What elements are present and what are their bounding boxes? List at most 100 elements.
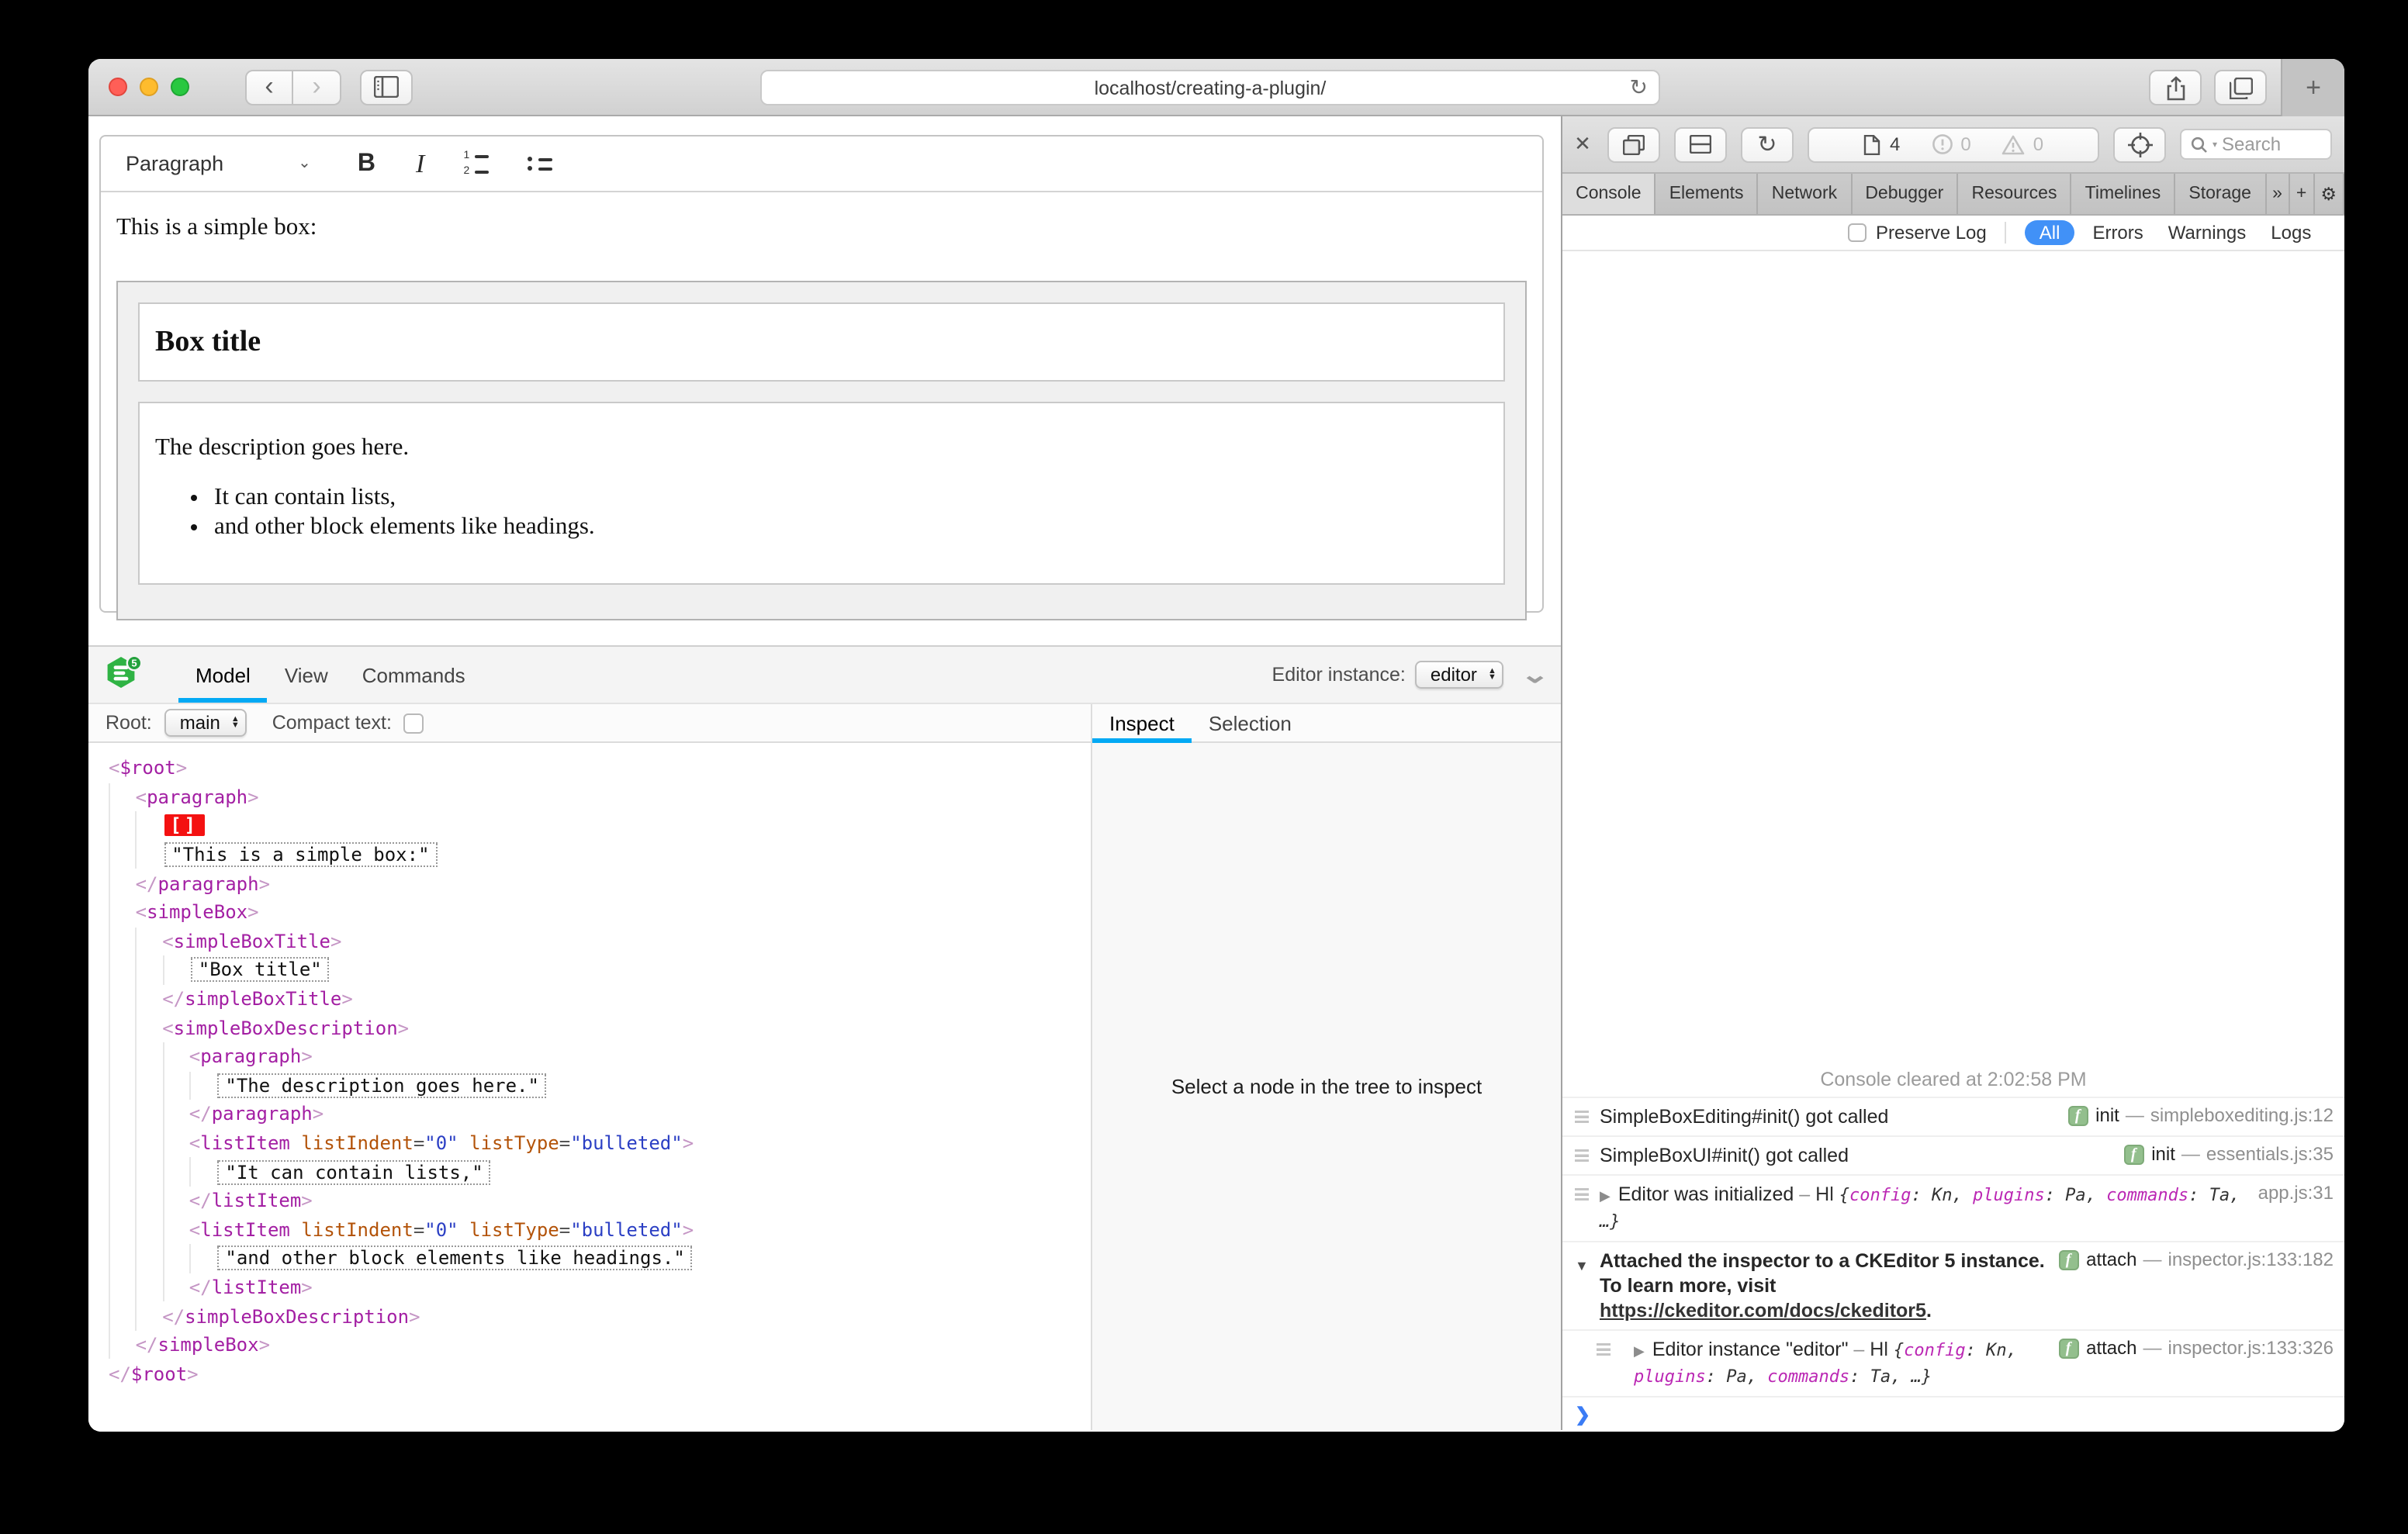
console-row[interactable]: ▶ Editor was initialized – Hl {config: Kn… (1562, 1176, 2344, 1242)
activity-summary[interactable]: 4 0 0 (1808, 126, 2099, 162)
console-row[interactable]: ▼ Attached the inspector to a CKEditor 5 … (1562, 1242, 2344, 1331)
indent-guide (109, 1301, 136, 1331)
tree-node[interactable]: [] (109, 811, 1091, 841)
preserve-log-checkbox[interactable] (1848, 223, 1867, 242)
console-message: Editor was initialized (1617, 1183, 1794, 1205)
indent-guide (189, 1244, 216, 1273)
root-select[interactable]: main ▲ ▼ (164, 709, 247, 737)
inspector-tab-storage[interactable]: Storage (2175, 174, 2267, 214)
inspector-tab-model[interactable]: Model (178, 647, 268, 703)
indent-guide (162, 1128, 189, 1158)
tree-node[interactable]: </listItem > (109, 1186, 1091, 1215)
inspector-tab-debugger[interactable]: Debugger (1852, 174, 1959, 214)
tree-node[interactable]: </simpleBoxTitle > (109, 984, 1091, 1014)
console-scope-warnings[interactable]: Warnings (2168, 222, 2247, 244)
reload-page-button[interactable]: ↻ (1741, 126, 1794, 162)
tree-node[interactable]: "It can contain lists," (109, 1157, 1091, 1187)
function-name: init (2151, 1143, 2175, 1165)
function-badge-icon: f (2123, 1145, 2144, 1165)
tree-node[interactable]: "and other block elements like headings.… (109, 1244, 1091, 1273)
heading-dropdown-label: Paragraph (126, 152, 224, 175)
close-window-button[interactable] (109, 78, 127, 96)
tab-overview-button[interactable] (2214, 70, 2267, 105)
tree-node[interactable]: < $root > (109, 754, 1091, 783)
dock-bottom-button[interactable] (1674, 126, 1727, 162)
collapse-inspector-button[interactable]: ⌄ (1521, 661, 1551, 689)
disclosure-closed-icon[interactable]: ▶ (1600, 1188, 1611, 1204)
inspector-tab-elements[interactable]: Elements (1656, 174, 1759, 214)
disclosure-open-icon[interactable]: ▼ (1575, 1253, 1589, 1278)
element-picker-button[interactable] (2113, 126, 2166, 162)
function-name: attach (2086, 1337, 2137, 1359)
node-panel-tabs: Inspect Selection (1092, 704, 1561, 743)
source-location-link[interactable]: simpleboxediting.js:12 (2150, 1104, 2334, 1128)
reload-icon[interactable]: ↻ (1630, 74, 1648, 101)
tree-node[interactable]: < listItem listIndent = "0" listType = "bulle… (109, 1215, 1091, 1245)
indent-guide (109, 1042, 136, 1072)
inspector-tab-network[interactable]: Network (1759, 174, 1853, 214)
inspector-tab-commands[interactable]: Commands (345, 647, 483, 703)
tree-node[interactable]: </paragraph > (109, 1100, 1091, 1129)
share-button[interactable] (2149, 70, 2202, 105)
heading-dropdown[interactable]: Paragraph ⌄ (126, 152, 311, 175)
inspector-tab-resources[interactable]: Resources (1958, 174, 2072, 214)
console-scope-all[interactable]: All (2025, 220, 2074, 245)
tree-node[interactable]: < paragraph > (109, 783, 1091, 812)
tree-node[interactable]: "This is a simple box:" (109, 840, 1091, 869)
close-inspector-button[interactable]: ✕ (1572, 132, 1593, 157)
add-inspector-tab-button[interactable]: + (2290, 174, 2315, 214)
dock-side-button[interactable] (1607, 126, 1660, 162)
simplebox-widget[interactable]: Box title The description goes here. It … (116, 281, 1527, 620)
tree-node[interactable]: < simpleBox > (109, 897, 1091, 928)
tree-node[interactable]: </simpleBoxDescription > (109, 1301, 1091, 1331)
settings-button[interactable]: ⚙ (2314, 174, 2344, 214)
inspector-tab-timelines[interactable]: Timelines (2072, 174, 2176, 214)
source-location-link[interactable]: essentials.js:35 (2206, 1143, 2334, 1166)
panel-tab-inspect[interactable]: Inspect (1092, 704, 1192, 743)
console-row[interactable]: SimpleBoxEditing#init() got called f init —… (1562, 1098, 2344, 1137)
console-link[interactable]: https://ckeditor.com/docs/ckeditor5 (1600, 1300, 1926, 1322)
console-scope-logs[interactable]: Logs (2271, 222, 2311, 244)
sidebar-toggle-button[interactable] (360, 69, 413, 105)
address-bar[interactable]: localhost/creating-a-plugin/ ↻ (760, 70, 1660, 105)
simplebox-description[interactable]: The description goes here. It can contai… (138, 402, 1505, 585)
inspector-tab-console[interactable]: Console (1562, 174, 1656, 214)
new-tab-button[interactable]: + (2281, 59, 2344, 116)
more-tabs-button[interactable]: » (2266, 174, 2290, 214)
inspector-search-field[interactable]: ▾ Search (2180, 129, 2332, 160)
source-location-link[interactable]: inspector.js:133:326 (2168, 1337, 2334, 1360)
source-location-link[interactable]: app.js:31 (2258, 1182, 2334, 1205)
tree-node[interactable]: </paragraph > (109, 869, 1091, 898)
tree-node[interactable]: "Box title" (109, 955, 1091, 985)
compact-text-checkbox[interactable] (403, 713, 424, 733)
console-prompt[interactable]: ❯ (1562, 1398, 2344, 1430)
disclosure-closed-icon[interactable]: ▶ (1634, 1343, 1645, 1359)
indent-guide (189, 1157, 216, 1187)
simplebox-title[interactable]: Box title (138, 302, 1505, 382)
editor-editable-area[interactable]: This is a simple box: Box title The desc… (101, 192, 1542, 620)
tree-node[interactable]: < listItem listIndent = "0" listType = "bulle… (109, 1128, 1091, 1158)
bold-button[interactable]: B (358, 150, 375, 178)
console-scope-errors[interactable]: Errors (2092, 222, 2143, 244)
tree-node[interactable]: < simpleBoxTitle > (109, 927, 1091, 956)
console-row[interactable]: SimpleBoxUI#init() got called f init — essen… (1562, 1137, 2344, 1176)
source-location-link[interactable]: inspector.js:133:182 (2168, 1249, 2334, 1272)
tree-node[interactable]: < simpleBoxDescription > (109, 1013, 1091, 1042)
forward-button[interactable]: › (293, 69, 341, 105)
tree-node[interactable]: "The description goes here." (109, 1071, 1091, 1100)
italic-button[interactable]: I (416, 148, 424, 179)
zoom-window-button[interactable] (171, 78, 189, 96)
minimize-window-button[interactable] (140, 78, 158, 96)
back-button[interactable]: ‹ (245, 69, 293, 105)
tree-node[interactable]: </simpleBox > (109, 1330, 1091, 1360)
inspector-tab-view[interactable]: View (268, 647, 345, 703)
bulleted-list-button[interactable] (525, 157, 552, 171)
editor-instance-select[interactable]: editor ▲ ▼ (1414, 661, 1504, 689)
tree-node[interactable]: < paragraph > (109, 1042, 1091, 1072)
node-inspect-panel: Select a node in the tree to inspect (1092, 743, 1561, 1430)
tree-node[interactable]: </listItem > (109, 1273, 1091, 1302)
panel-tab-selection[interactable]: Selection (1192, 704, 1309, 741)
numbered-list-button[interactable]: 1 2 (462, 150, 489, 177)
console-row[interactable]: ▶ Editor instance "editor" – Hl {config: … (1562, 1331, 2344, 1398)
tree-node[interactable]: </$root > (109, 1360, 1091, 1388)
